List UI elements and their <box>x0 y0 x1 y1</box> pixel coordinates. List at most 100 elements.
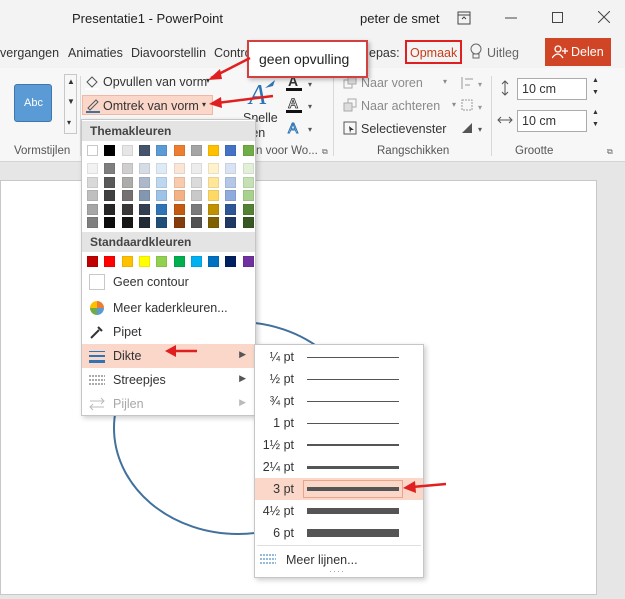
minimize-icon[interactable] <box>505 17 517 19</box>
fill-button[interactable]: Opvullen van vorm ▾ <box>84 73 214 92</box>
theme-color-swatch[interactable] <box>242 145 254 156</box>
standard-color-swatch[interactable] <box>104 256 116 267</box>
theme-shade-swatch[interactable] <box>121 190 133 201</box>
standard-color-swatch[interactable] <box>173 256 185 267</box>
theme-shade-swatch[interactable] <box>190 203 202 215</box>
theme-shade-swatch[interactable] <box>225 163 237 174</box>
weight-option[interactable]: 3 pt <box>255 478 423 500</box>
theme-color-swatch[interactable] <box>208 145 220 156</box>
weight-option[interactable]: 6 pt <box>255 522 423 544</box>
theme-color-swatch[interactable] <box>121 145 133 156</box>
theme-shade-swatch[interactable] <box>190 190 202 201</box>
theme-color-swatch[interactable] <box>173 145 185 156</box>
scroll-up-icon[interactable]: ▲ <box>67 77 75 86</box>
theme-shade-swatch[interactable] <box>121 176 133 188</box>
theme-shade-swatch[interactable] <box>104 163 116 174</box>
maximize-icon[interactable] <box>552 12 563 23</box>
weight-option[interactable]: 4½ pt <box>255 500 423 522</box>
theme-color-swatch[interactable] <box>190 145 202 156</box>
theme-shade-swatch[interactable] <box>87 203 98 215</box>
theme-shade-swatch[interactable] <box>173 163 185 174</box>
theme-shade-swatch[interactable] <box>156 203 168 215</box>
theme-shade-swatch[interactable] <box>208 176 220 188</box>
theme-shade-swatch[interactable] <box>173 190 185 201</box>
align-icon[interactable]: ▾ <box>460 75 486 91</box>
tab-uitleg[interactable]: Uitleg <box>487 46 519 60</box>
theme-shade-swatch[interactable] <box>87 163 98 174</box>
height-field[interactable]: 10 cm <box>517 78 587 100</box>
theme-shade-swatch[interactable] <box>104 217 116 228</box>
theme-shade-swatch[interactable] <box>156 176 168 188</box>
selection-pane-button[interactable]: Selectievenster <box>343 120 453 138</box>
theme-shade-swatch[interactable] <box>173 203 185 215</box>
theme-shade-swatch[interactable] <box>242 190 254 201</box>
standard-color-swatch[interactable] <box>225 256 237 267</box>
standard-color-swatch[interactable] <box>242 256 254 267</box>
theme-color-swatch[interactable] <box>225 145 237 156</box>
standard-color-swatch[interactable] <box>138 256 150 267</box>
weight-option[interactable]: ¾ pt <box>255 390 423 412</box>
theme-shade-swatch[interactable] <box>138 190 150 201</box>
menu-item-streepjes[interactable]: Streepjes ▶ <box>82 368 255 392</box>
theme-shade-swatch[interactable] <box>87 217 98 228</box>
theme-color-swatch[interactable] <box>104 145 116 156</box>
outline-button[interactable]: Omtrek van vorm ▾ <box>82 95 213 115</box>
theme-shade-swatch[interactable] <box>190 163 202 174</box>
weight-option[interactable]: ¼ pt <box>255 346 423 368</box>
scroll-down-icon[interactable]: ▼ <box>67 97 75 106</box>
tab-aanpassen[interactable]: epas: <box>369 46 400 60</box>
menu-item-meer-kaderkleuren[interactable]: Meer kaderkleuren... <box>82 296 255 320</box>
ribbon-display-icon[interactable] <box>457 11 471 25</box>
text-outline-icon[interactable]: A ▾ <box>285 95 315 115</box>
theme-shade-swatch[interactable] <box>121 163 133 174</box>
theme-shade-swatch[interactable] <box>242 203 254 215</box>
theme-shade-swatch[interactable] <box>173 176 185 188</box>
tab-animaties[interactable]: Animaties <box>68 46 123 60</box>
weight-option[interactable]: ½ pt <box>255 368 423 390</box>
theme-shade-swatch[interactable] <box>138 176 150 188</box>
standard-color-swatch[interactable] <box>87 256 98 267</box>
theme-shade-swatch[interactable] <box>242 176 254 188</box>
share-button[interactable]: Delen <box>545 38 611 66</box>
theme-color-swatch[interactable] <box>156 145 168 156</box>
tab-diavoorstelling[interactable]: Diavoorstellin <box>131 46 206 60</box>
theme-shade-swatch[interactable] <box>225 203 237 215</box>
theme-shade-swatch[interactable] <box>225 217 237 228</box>
theme-shade-swatch[interactable] <box>138 163 150 174</box>
width-up-icon[interactable]: ▲ <box>592 109 599 116</box>
shape-style-sample[interactable]: Abc <box>14 84 52 122</box>
standard-color-swatch[interactable] <box>121 256 133 267</box>
theme-shade-swatch[interactable] <box>87 190 98 201</box>
more-styles-icon[interactable]: ▾ <box>67 118 71 127</box>
user-name[interactable]: peter de smet <box>360 11 440 26</box>
standard-color-swatch[interactable] <box>190 256 202 267</box>
tab-overgangen[interactable]: vergangen <box>0 46 59 60</box>
theme-shade-swatch[interactable] <box>156 217 168 228</box>
standard-color-swatch[interactable] <box>156 256 168 267</box>
theme-shade-swatch[interactable] <box>208 163 220 174</box>
theme-color-swatch[interactable] <box>87 145 98 156</box>
width-field[interactable]: 10 cm <box>517 110 587 132</box>
bring-forward-dropdown-icon[interactable]: ▾ <box>443 77 447 86</box>
weight-option[interactable]: 1 pt <box>255 412 423 434</box>
theme-shade-swatch[interactable] <box>87 176 98 188</box>
theme-shade-swatch[interactable] <box>173 217 185 228</box>
theme-shade-swatch[interactable] <box>156 163 168 174</box>
standard-color-swatch[interactable] <box>208 256 220 267</box>
group-icon[interactable]: ▾ <box>460 98 486 114</box>
theme-shade-swatch[interactable] <box>242 163 254 174</box>
theme-shade-swatch[interactable] <box>156 190 168 201</box>
wordart-launcher-icon[interactable]: ⧉ <box>322 147 328 157</box>
theme-shade-swatch[interactable] <box>190 176 202 188</box>
style-gallery-scroll[interactable]: ▲ ▼ ▾ <box>64 74 77 134</box>
theme-shade-swatch[interactable] <box>190 217 202 228</box>
theme-color-swatch[interactable] <box>138 145 150 156</box>
theme-shade-swatch[interactable] <box>208 203 220 215</box>
theme-shade-swatch[interactable] <box>104 176 116 188</box>
size-launcher-icon[interactable]: ⧉ <box>607 147 613 157</box>
theme-shade-swatch[interactable] <box>208 217 220 228</box>
weight-option[interactable]: 1½ pt <box>255 434 423 456</box>
theme-shade-swatch[interactable] <box>242 217 254 228</box>
height-up-icon[interactable]: ▲ <box>592 77 599 84</box>
close-icon[interactable] <box>598 11 610 23</box>
